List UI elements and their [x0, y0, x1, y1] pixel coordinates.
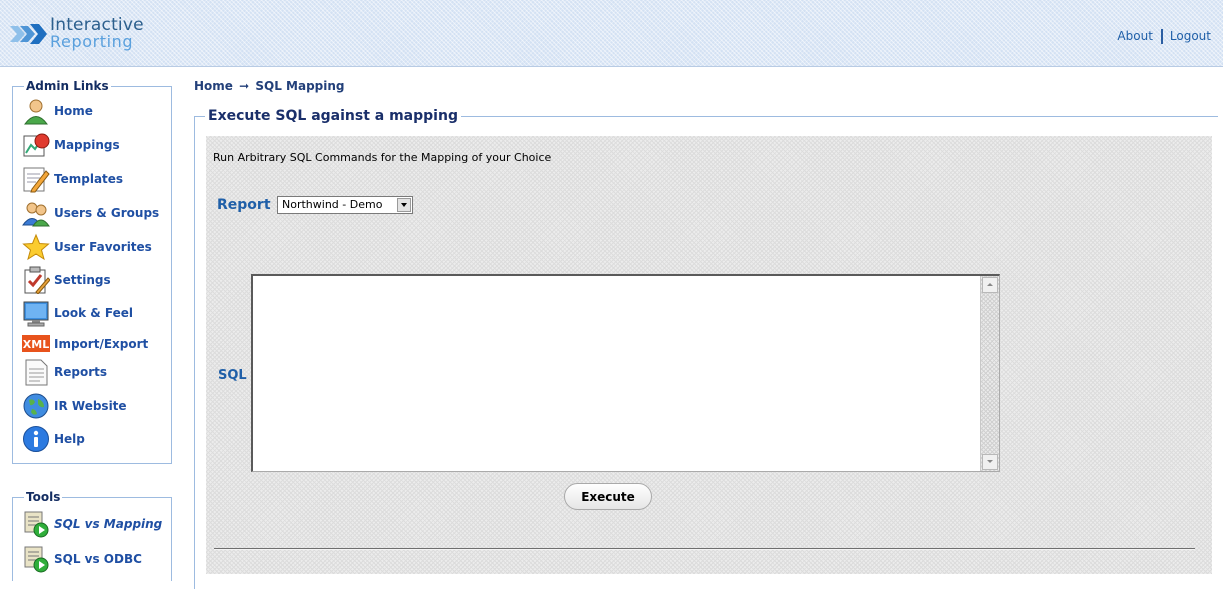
users-icon	[22, 199, 50, 227]
sql-tool-icon	[22, 510, 50, 538]
sidebar-item-label: Help	[54, 432, 85, 446]
sidebar-item-user-favorites[interactable]: User Favorites	[22, 233, 152, 261]
breadcrumb-current: SQL Mapping	[255, 79, 345, 93]
sql-label: SQL	[218, 368, 247, 383]
logo-text-reporting: Reporting	[50, 32, 134, 51]
admin-links-title: Admin Links	[26, 79, 109, 93]
breadcrumb: Home ➞ SQL Mapping	[194, 79, 345, 93]
xml-icon: XML	[22, 330, 50, 358]
report-select-value: Northwind - Demo	[282, 198, 383, 211]
sidebar-item-label: Templates	[54, 172, 124, 186]
sidebar-item-label: User Favorites	[54, 240, 152, 254]
sidebar-item-reports[interactable]: Reports	[22, 358, 107, 386]
sidebar-item-label: SQL vs ODBC	[54, 552, 142, 566]
sidebar-item-label: Look & Feel	[54, 306, 134, 320]
sidebar-item-import-export[interactable]: XML Import/Export	[22, 330, 148, 358]
page-description: Run Arbitrary SQL Commands for the Mappi…	[213, 151, 552, 164]
report-select[interactable]: Northwind - Demo	[277, 196, 413, 214]
pencil-icon	[22, 165, 50, 193]
top-links: About Logout	[1117, 29, 1211, 44]
info-icon	[22, 425, 50, 453]
logout-link[interactable]: Logout	[1170, 29, 1211, 43]
sidebar-item-settings[interactable]: Settings	[22, 266, 111, 295]
report-label: Report	[217, 197, 271, 213]
sidebar-item-templates[interactable]: Templates	[22, 165, 123, 193]
sidebar-item-ir-website[interactable]: IR Website	[22, 392, 127, 420]
sidebar-item-label: IR Website	[54, 399, 127, 413]
execute-sql-title: Execute SQL against a mapping	[208, 108, 458, 124]
monitor-icon	[22, 299, 50, 327]
sidebar-item-label: Reports	[54, 365, 108, 379]
about-link[interactable]: About	[1117, 29, 1152, 43]
svg-text:XML: XML	[23, 338, 49, 351]
sidebar-item-label: Settings	[54, 273, 111, 287]
execute-button[interactable]: Execute	[564, 483, 652, 510]
mappings-icon	[22, 131, 50, 159]
sql-tool-icon	[22, 545, 50, 573]
logo-chevrons-icon	[10, 24, 47, 44]
sidebar-item-label: Users & Groups	[54, 206, 160, 220]
sidebar-item-label: Home	[54, 104, 93, 118]
user-icon	[22, 97, 50, 125]
scroll-down-icon[interactable]	[982, 454, 998, 470]
clipboard-icon	[22, 266, 51, 295]
sidebar-item-label: SQL vs Mapping	[54, 517, 163, 531]
header-bar: Interactive Reporting About Logout	[0, 0, 1223, 67]
sidebar-item-help[interactable]: Help	[22, 425, 85, 453]
sql-scrollbar[interactable]	[980, 276, 999, 471]
star-icon	[22, 233, 50, 261]
document-icon	[22, 358, 50, 386]
link-separator	[1160, 29, 1163, 44]
globe-icon	[22, 392, 50, 420]
divider	[214, 548, 1195, 550]
sidebar-item-look-feel[interactable]: Look & Feel	[22, 299, 133, 327]
sidebar-item-sql-vs-mapping[interactable]: SQL vs Mapping	[22, 510, 162, 538]
sidebar-item-sql-vs-odbc[interactable]: SQL vs ODBC	[22, 545, 142, 573]
breadcrumb-arrow-icon: ➞	[239, 79, 250, 93]
sidebar-item-label: Mappings	[54, 138, 120, 152]
sql-textarea[interactable]	[251, 274, 1000, 472]
logo[interactable]: Interactive Reporting	[10, 12, 160, 52]
sidebar-item-label: Import/Export	[54, 337, 149, 351]
scroll-up-icon[interactable]	[982, 277, 998, 293]
sidebar-item-home[interactable]: Home	[22, 97, 93, 125]
breadcrumb-home-link[interactable]: Home	[194, 79, 233, 93]
sidebar-item-mappings[interactable]: Mappings	[22, 131, 120, 159]
chevron-down-icon[interactable]	[397, 198, 411, 212]
sidebar-item-users-groups[interactable]: Users & Groups	[22, 199, 159, 227]
tools-title: Tools	[26, 490, 61, 504]
